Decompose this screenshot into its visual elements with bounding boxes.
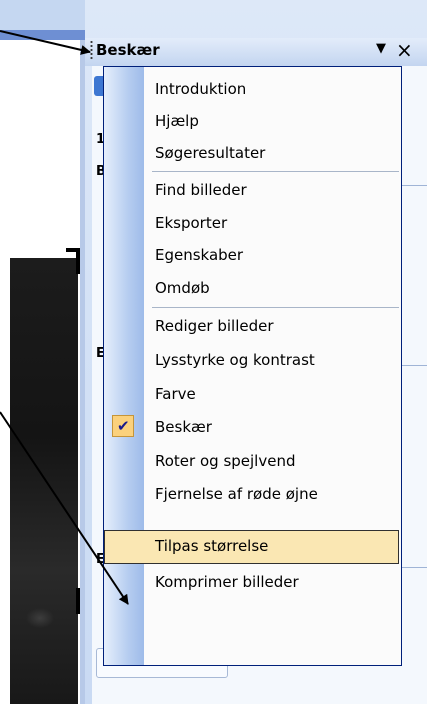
annotation-arrow-to-menu-item xyxy=(0,411,129,605)
annotation-arrows xyxy=(0,30,129,605)
annotation-arrow-to-title xyxy=(0,30,91,55)
